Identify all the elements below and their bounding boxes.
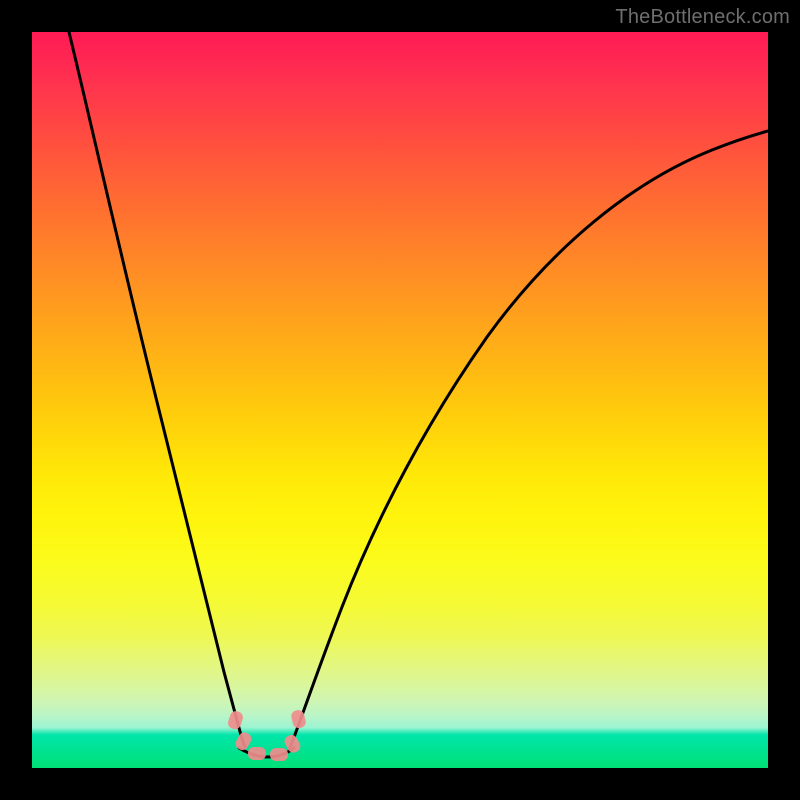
curve-right-branch [290, 131, 768, 748]
curve-left-branch [69, 32, 245, 747]
chart-frame: TheBottleneck.com [0, 0, 800, 800]
curve-layer [32, 32, 768, 768]
watermark-text: TheBottleneck.com [615, 6, 790, 29]
plot-area [32, 32, 768, 768]
